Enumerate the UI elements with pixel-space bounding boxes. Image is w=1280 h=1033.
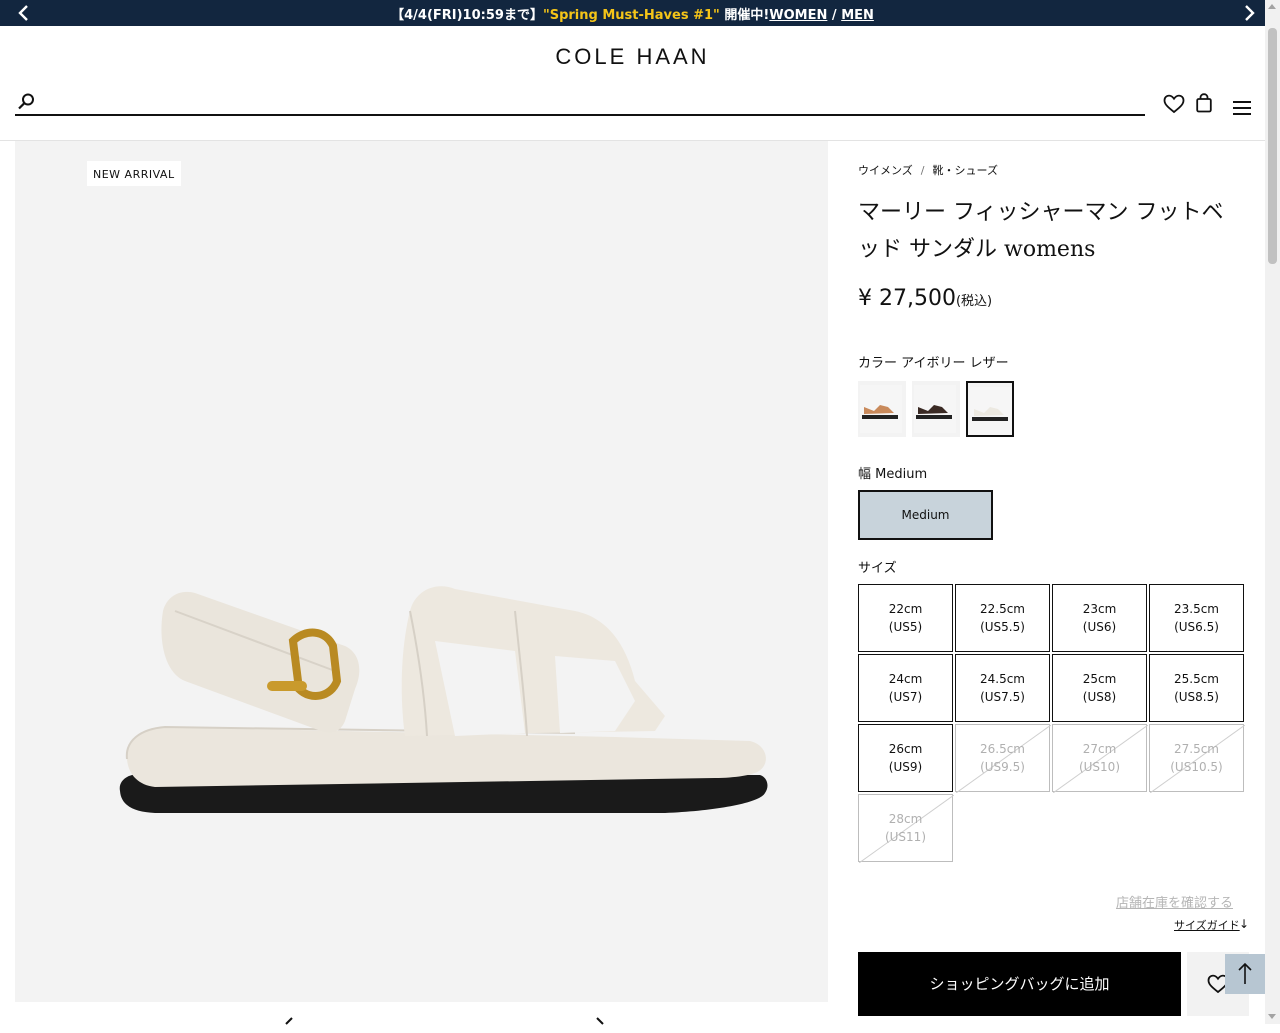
width-label: 幅 Medium <box>858 467 928 482</box>
size-us: (US8.5) <box>1174 690 1219 704</box>
size-option[interactable]: 23cm (US6) <box>1052 584 1147 652</box>
color-swatch-ivory[interactable] <box>966 381 1014 437</box>
size-us: (US11) <box>884 830 927 844</box>
size-us: (US7) <box>888 690 923 704</box>
scroll-up-icon[interactable] <box>1268 4 1276 9</box>
size-cm: 25cm <box>1082 672 1117 686</box>
promo-prefix: 【4/4(FRI)10:59まで】 <box>391 8 543 23</box>
promo-banner: 【4/4(FRI)10:59まで】"Spring Must-Haves #1" … <box>0 0 1265 26</box>
size-us: (US10.5) <box>1170 760 1223 774</box>
add-to-bag-button[interactable]: ショッピングバッグに追加 <box>858 952 1181 1016</box>
promo-suffix: 開催中! <box>719 8 770 23</box>
size-cm: 26.5cm <box>979 742 1025 756</box>
size-cm: 22cm <box>888 602 923 616</box>
size-option[interactable]: 22cm (US5) <box>858 584 953 652</box>
size-cm: 26cm <box>888 742 923 756</box>
scroll-down-icon[interactable] <box>1268 1014 1276 1019</box>
store-stock-link[interactable]: 店舗在庫を確認する <box>1116 892 1233 911</box>
search-bar[interactable] <box>15 92 1145 116</box>
breadcrumb-item-shoes[interactable]: 靴・シューズ <box>933 164 998 177</box>
product-image <box>119 586 768 813</box>
size-label: サイズ <box>858 561 897 576</box>
color-swatch-dark-brown[interactable] <box>912 381 960 437</box>
brand-logo[interactable]: COLE HAAN <box>0 44 1265 70</box>
size-option[interactable]: 24cm (US7) <box>858 654 953 722</box>
size-us: (US7.5) <box>980 690 1025 704</box>
size-us: (US6) <box>1082 620 1117 634</box>
size-us: (US5.5) <box>980 620 1025 634</box>
product-title: マーリー フィッシャーマン フットベッド サンダル womens <box>858 200 1224 262</box>
promo-highlight: "Spring Must-Haves #1" <box>542 8 720 23</box>
product-gallery[interactable]: NEW ARRIVAL <box>15 141 828 1002</box>
promo-link-women[interactable]: WOMEN <box>769 8 827 23</box>
search-icon[interactable] <box>17 93 35 115</box>
size-option[interactable]: 25cm (US8) <box>1052 654 1147 722</box>
size-cm: 27.5cm <box>1173 742 1219 756</box>
size-option: 28cm (US11) <box>858 794 954 863</box>
color-swatch-tan[interactable] <box>858 381 906 437</box>
size-us: (US6.5) <box>1174 620 1219 634</box>
price-tax-note: (税込) <box>955 294 993 309</box>
heart-icon[interactable] <box>1163 94 1185 118</box>
search-input[interactable] <box>45 92 1139 114</box>
promo-separator: / <box>827 8 842 23</box>
size-option[interactable]: 25.5cm (US8.5) <box>1149 654 1244 722</box>
size-option[interactable]: 22.5cm (US5.5) <box>955 584 1050 652</box>
size-option[interactable]: 26cm (US9) <box>858 724 953 792</box>
size-cm: 28cm <box>888 812 923 826</box>
size-us: (US9) <box>888 760 923 774</box>
size-cm: 23cm <box>1082 602 1117 616</box>
size-us: (US10) <box>1078 760 1121 774</box>
breadcrumb-separator: / <box>920 164 925 177</box>
size-cm: 23.5cm <box>1173 602 1219 616</box>
size-cm: 25.5cm <box>1173 672 1219 686</box>
size-option: 26.5cm (US9.5) <box>955 724 1051 793</box>
size-cm: 24.5cm <box>979 672 1025 686</box>
size-cm: 22.5cm <box>979 602 1025 616</box>
color-label: カラー アイボリー レザー <box>858 356 1009 371</box>
size-option: 27cm (US10) <box>1052 724 1148 793</box>
size-us: (US8) <box>1082 690 1117 704</box>
size-us: (US9.5) <box>980 760 1025 774</box>
promo-link-men[interactable]: MEN <box>841 8 874 23</box>
size-cm: 24cm <box>888 672 923 686</box>
breadcrumb-item-womens[interactable]: ウイメンズ <box>858 164 913 177</box>
product-price: ¥ 27,500(税込) <box>858 286 992 311</box>
hamburger-menu-icon[interactable] <box>1233 100 1251 120</box>
size-us: (US5) <box>888 620 923 634</box>
width-option-medium[interactable]: Medium <box>858 490 993 540</box>
promo-message: 【4/4(FRI)10:59まで】"Spring Must-Haves #1" … <box>0 4 1265 23</box>
scrollbar-thumb[interactable] <box>1268 28 1277 264</box>
size-option[interactable]: 24.5cm (US7.5) <box>955 654 1050 722</box>
back-to-top-button[interactable] <box>1225 954 1265 994</box>
shopping-bag-icon[interactable] <box>1196 93 1212 117</box>
arrow-up-icon <box>1238 962 1252 984</box>
promo-next-icon[interactable] <box>1241 4 1257 22</box>
size-option: 27.5cm (US10.5) <box>1149 724 1245 793</box>
size-guide-link[interactable]: サイズガイド <box>1174 917 1240 933</box>
page-scrollbar[interactable] <box>1265 0 1280 1024</box>
price-value: ¥ 27,500 <box>858 286 956 311</box>
size-cm: 27cm <box>1082 742 1117 756</box>
new-arrival-badge: NEW ARRIVAL <box>87 161 181 186</box>
size-option[interactable]: 23.5cm (US6.5) <box>1149 584 1244 652</box>
arrow-down-icon: ↓ <box>1239 917 1250 931</box>
breadcrumb: ウイメンズ / 靴・シューズ <box>858 162 998 178</box>
